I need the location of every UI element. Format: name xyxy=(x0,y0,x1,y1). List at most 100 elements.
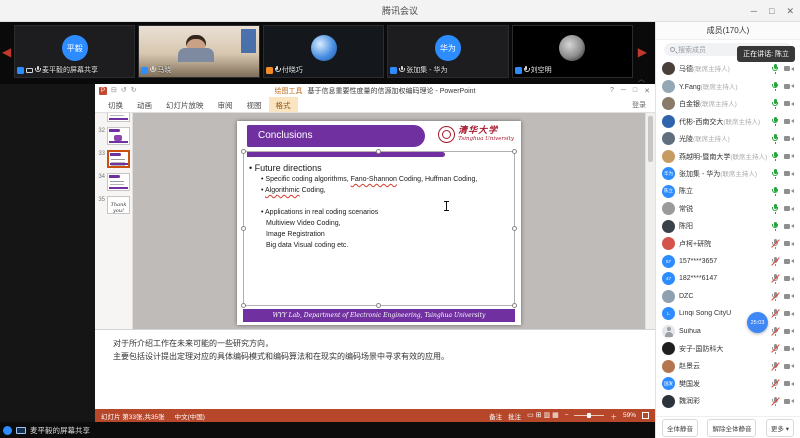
participant-row[interactable]: 代彬-西南交大(联席主持人) xyxy=(662,113,794,131)
strip-collapse-icon[interactable]: ︿ xyxy=(638,74,645,84)
ribbon-tab[interactable]: 幻灯片放映 xyxy=(159,97,211,112)
fit-to-window-icon[interactable] xyxy=(642,412,649,419)
camera-icon[interactable] xyxy=(784,293,794,300)
participant-row[interactable]: 卢柯+研院 xyxy=(662,235,794,253)
mic-icon[interactable] xyxy=(771,256,779,266)
mic-icon[interactable] xyxy=(771,64,779,74)
mic-icon[interactable] xyxy=(771,274,779,284)
participant-row[interactable]: Y.Fang(联席主持人) xyxy=(662,78,794,96)
mic-icon[interactable] xyxy=(771,326,779,336)
mic-icon[interactable] xyxy=(771,344,779,354)
slide-thumbnail[interactable]: 33 xyxy=(95,150,130,168)
participant-row[interactable]: 安子-国防科大 xyxy=(662,340,794,358)
mic-icon[interactable] xyxy=(771,291,779,301)
participant-row[interactable]: DZC xyxy=(662,288,794,306)
zoom-slider[interactable] xyxy=(574,415,604,416)
participant-row[interactable]: 47 182****6147 xyxy=(662,270,794,288)
mic-icon[interactable] xyxy=(771,186,779,196)
ppt-minimize-icon[interactable]: ─ xyxy=(621,87,626,94)
zoom-out-button[interactable]: − xyxy=(565,412,569,419)
notes-toggle[interactable]: 备注 xyxy=(489,411,502,421)
zoom-level[interactable]: 59% xyxy=(623,412,636,419)
slide-thumbnail-image[interactable]: Thank you! xyxy=(107,196,130,214)
participant-row[interactable]: 常锐 xyxy=(662,200,794,218)
mic-icon[interactable] xyxy=(771,239,779,249)
camera-icon[interactable] xyxy=(784,328,794,335)
camera-icon[interactable] xyxy=(784,170,794,177)
slide-thumbnail[interactable]: 35 Thank you! xyxy=(95,196,130,214)
participant-row[interactable]: 光陵(联席主持人) xyxy=(662,130,794,148)
selection-handle[interactable] xyxy=(241,226,246,231)
zoom-slider-knob[interactable] xyxy=(587,413,591,418)
mic-icon[interactable] xyxy=(771,221,779,231)
ribbon-tab[interactable]: 切换 xyxy=(101,97,130,112)
help-icon[interactable]: ? xyxy=(610,87,614,94)
slide-text-line[interactable] xyxy=(261,196,511,207)
camera-icon[interactable] xyxy=(784,188,794,195)
ppt-restore-icon[interactable]: □ xyxy=(633,87,637,94)
slide-thumbnail[interactable]: 32 xyxy=(95,127,130,145)
zoom-in-button[interactable]: ＋ xyxy=(610,411,617,421)
camera-icon[interactable] xyxy=(784,65,794,72)
slide-title-banner[interactable]: Conclusions xyxy=(247,125,425,147)
note-line[interactable]: 主要包括设计提出定理对应的具体编码模式和编码算法和在现实的编码场景中寻求有效的应… xyxy=(113,350,645,363)
slide-thumbnail[interactable]: 34 xyxy=(95,173,130,191)
participant-row[interactable]: 白金银(联席主持人) xyxy=(662,95,794,113)
camera-icon[interactable] xyxy=(784,398,794,405)
slide-thumbnail-image[interactable] xyxy=(107,173,130,191)
ribbon-tab[interactable]: 审阅 xyxy=(211,97,240,112)
slide-editor-canvas[interactable]: Conclusions 清华大学 Tsinghua University xyxy=(133,113,645,329)
participant-row[interactable]: 57 157****3657 xyxy=(662,253,794,271)
slide-thumbnail-image[interactable] xyxy=(107,127,130,145)
ribbon-tab[interactable]: 格式 xyxy=(269,97,298,112)
slide-text-line[interactable]: Image Registration xyxy=(266,229,511,240)
mic-icon[interactable] xyxy=(771,379,779,389)
camera-icon[interactable] xyxy=(784,153,794,160)
camera-icon[interactable] xyxy=(784,275,794,282)
language-indicator[interactable]: 中文(中国) xyxy=(175,411,205,421)
comments-toggle[interactable]: 批注 xyxy=(508,411,521,421)
participant-row[interactable]: L Linqi Song CityU xyxy=(662,305,794,323)
participant-row[interactable]: 马德(联席主持人) xyxy=(662,60,794,78)
slide-text-line[interactable]: Big data Visual coding etc. xyxy=(266,240,511,251)
slide-text-line[interactable]: Multiview Video Coding, xyxy=(266,218,511,229)
camera-icon[interactable] xyxy=(784,118,794,125)
note-line[interactable]: 对于所介绍工作在未来可能的一些研究方向， xyxy=(113,337,645,350)
screen-share-monitor-icon[interactable] xyxy=(16,427,26,434)
camera-icon[interactable] xyxy=(784,223,794,230)
minimize-icon[interactable]: ─ xyxy=(751,6,757,16)
participant-row[interactable]: 陈阳 xyxy=(662,218,794,236)
more-button[interactable]: 更多 ▾ xyxy=(766,419,794,437)
slide[interactable]: Conclusions 清华大学 Tsinghua University xyxy=(237,121,521,325)
ribbon-tab[interactable]: 动画 xyxy=(130,97,159,112)
video-tile[interactable]: 付晓巧 xyxy=(263,25,384,78)
selection-handle[interactable] xyxy=(376,303,381,308)
mute-all-button[interactable]: 全体静音 xyxy=(662,419,698,437)
selection-handle[interactable] xyxy=(512,303,517,308)
mic-icon[interactable] xyxy=(771,99,779,109)
selection-handle[interactable] xyxy=(512,149,517,154)
mic-icon[interactable] xyxy=(771,169,779,179)
ribbon-tab[interactable]: 视图 xyxy=(240,97,269,112)
sign-in-link[interactable]: 登录 xyxy=(632,97,655,112)
selection-handle[interactable] xyxy=(241,149,246,154)
camera-icon[interactable] xyxy=(784,83,794,90)
selection-handle[interactable] xyxy=(241,303,246,308)
mic-icon[interactable] xyxy=(771,396,779,406)
camera-icon[interactable] xyxy=(784,363,794,370)
editor-scrollbar[interactable] xyxy=(645,113,655,329)
unmute-all-button[interactable]: 解除全体静音 xyxy=(707,419,756,437)
participant-row[interactable]: 魏润彩 xyxy=(662,393,794,411)
taskbar-share-label[interactable]: 麦平毅的屏幕共享 xyxy=(30,425,90,436)
scrollbar-thumb[interactable] xyxy=(648,116,653,162)
slide-thumbnail-image[interactable] xyxy=(107,113,130,122)
participant-row[interactable]: Suihua xyxy=(662,323,794,341)
camera-icon[interactable] xyxy=(784,380,794,387)
video-tile[interactable]: 华为 张加集 - 华为 xyxy=(387,25,508,78)
slide-text-line[interactable]: • Specific coding algorithms, Fano-Shann… xyxy=(261,174,511,185)
slide-text-line[interactable]: • Applications in real coding scenarios xyxy=(261,207,511,218)
camera-icon[interactable] xyxy=(784,345,794,352)
camera-icon[interactable] xyxy=(784,135,794,142)
participant-row[interactable]: 赵景云 xyxy=(662,358,794,376)
mic-icon[interactable] xyxy=(771,309,779,319)
